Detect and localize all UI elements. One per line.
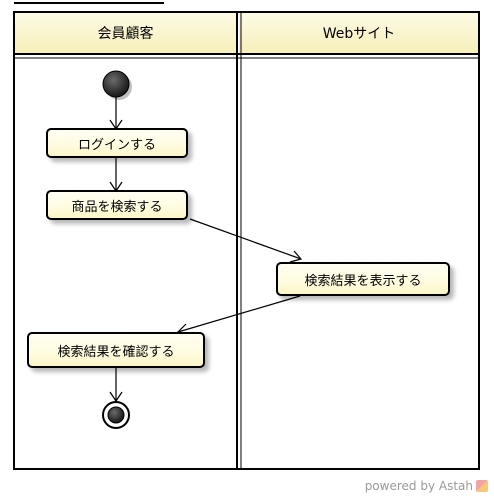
action-confirm-results[interactable]: 検索結果を確認する bbox=[27, 332, 205, 368]
diagram-canvas bbox=[13, 2, 480, 470]
action-login[interactable]: ログインする bbox=[46, 128, 188, 158]
activity-diagram: 会員顧客 Webサイト ログインする 商品を検索する 検索結果を表示する 検索結… bbox=[0, 0, 494, 497]
astah-logo-icon bbox=[476, 480, 488, 492]
partition-frame-bg bbox=[14, 12, 479, 469]
lane-title-website: Webサイト bbox=[322, 26, 396, 42]
action-show-results[interactable]: 検索結果を表示する bbox=[276, 262, 450, 296]
action-search-products[interactable]: 商品を検索する bbox=[46, 190, 188, 220]
initial-node bbox=[102, 70, 130, 98]
final-node-inner bbox=[107, 406, 125, 424]
lane-title-customer: 会員顧客 bbox=[97, 26, 154, 42]
watermark-text: powered by Astah bbox=[364, 479, 473, 493]
astah-watermark: powered by Astah bbox=[365, 479, 488, 493]
